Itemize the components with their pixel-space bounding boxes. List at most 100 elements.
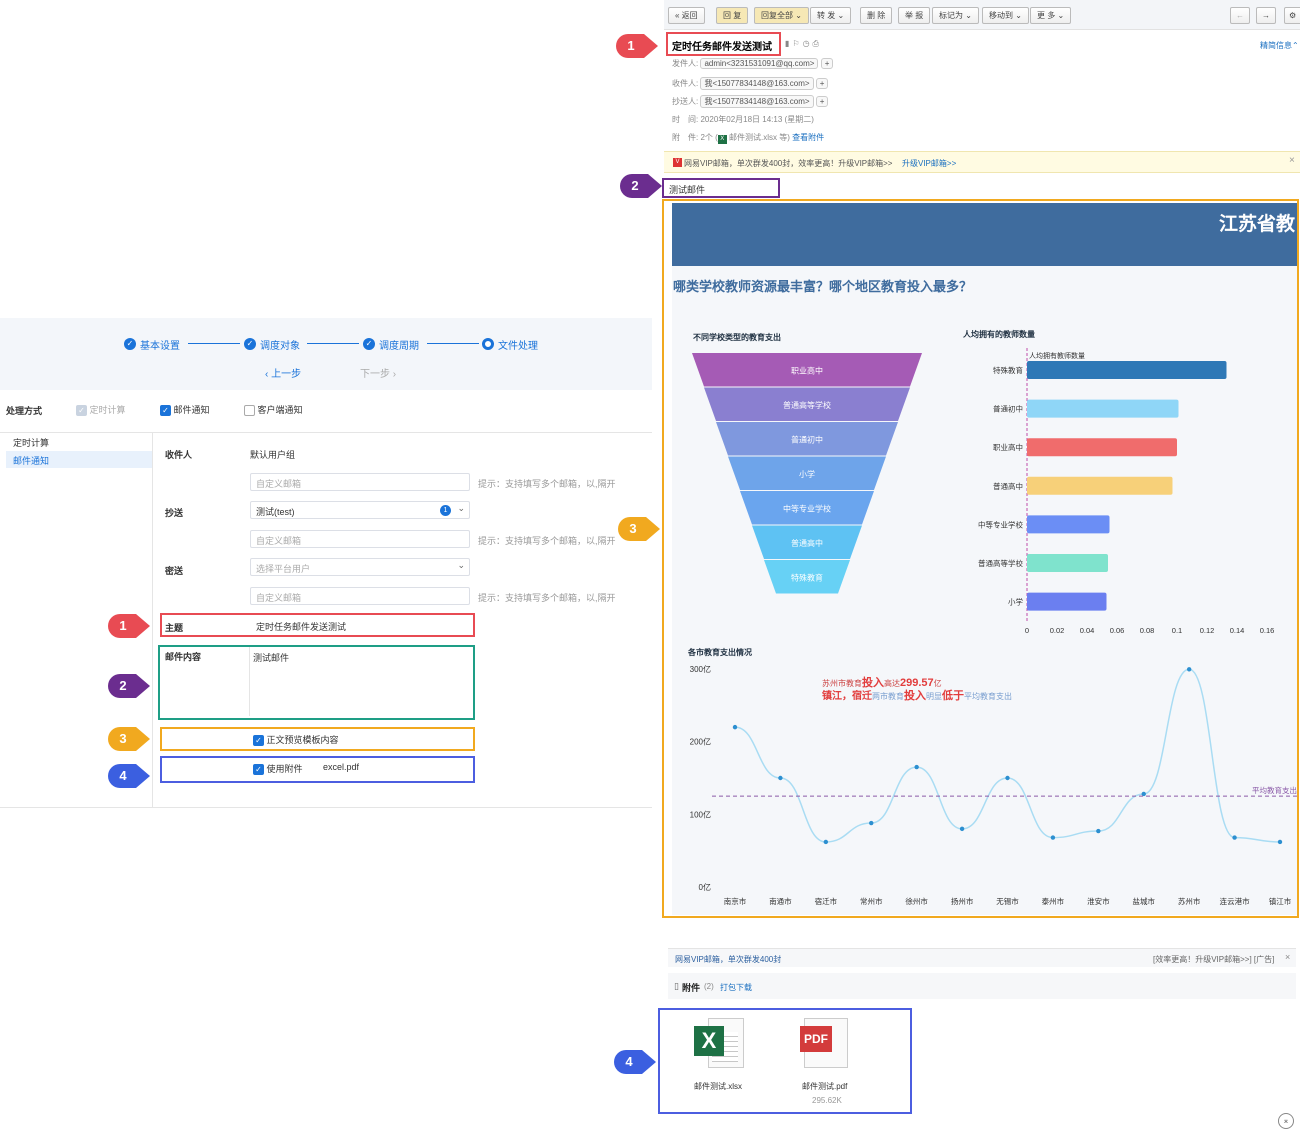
chevron-down-icon: ⌄ bbox=[457, 560, 465, 570]
option-label: 客户端通知 bbox=[257, 405, 303, 415]
cc-count-badge: 1 bbox=[440, 505, 451, 516]
cc-chip[interactable]: 我<15077834148@163.com> bbox=[700, 95, 814, 108]
step-label: 基本设置 bbox=[140, 340, 180, 352]
annotation-number: 2 bbox=[119, 678, 127, 693]
prev-button[interactable]: ‹ 上一步 bbox=[265, 365, 301, 380]
annotation-badge-2: 2 bbox=[618, 172, 662, 200]
more-button[interactable]: 更 多 ⌄ bbox=[1030, 7, 1072, 24]
next-label: 下一步 bbox=[360, 369, 390, 380]
ad-text[interactable]: 网易VIP邮箱，单次群发400封 bbox=[675, 954, 781, 965]
checkbox-icon: ✓ bbox=[76, 405, 87, 417]
next-button[interactable]: 下一步 › bbox=[360, 365, 396, 380]
subject-action-icons[interactable]: ▮⚐◷⎙ bbox=[785, 39, 822, 49]
from-chip[interactable]: admin<3231531091@qq.com> bbox=[700, 58, 819, 69]
highlight-box-1 bbox=[160, 613, 475, 637]
side-item-timed[interactable]: 定时计算 bbox=[13, 436, 49, 449]
cc-value: 测试(test) bbox=[256, 507, 295, 517]
cc-select[interactable]: 测试(test) 1 ⌄ bbox=[250, 501, 470, 519]
check-icon: ✓ bbox=[124, 338, 136, 350]
step-label: 文件处理 bbox=[498, 340, 538, 352]
annotation-badge-1: 1 bbox=[106, 612, 150, 640]
to-chip[interactable]: 我<15077834148@163.com> bbox=[700, 77, 814, 90]
side-item-label: 邮件通知 bbox=[13, 456, 50, 466]
close-icon[interactable]: × bbox=[1285, 952, 1290, 962]
highlight-box-1 bbox=[666, 32, 781, 56]
vip-text: 网易VIP邮箱，单次群发400封，效率更高！升级VIP邮箱>> bbox=[684, 159, 893, 168]
mode-mail-checkbox[interactable]: ✓ 邮件通知 bbox=[160, 403, 210, 417]
current-step-icon bbox=[482, 338, 494, 350]
reply-button[interactable]: 回 复 bbox=[716, 7, 749, 24]
next-mail-icon[interactable]: → bbox=[1256, 7, 1276, 24]
mode-client-checkbox[interactable]: 客户端通知 bbox=[244, 403, 303, 417]
vip-banner: V 网易VIP邮箱，单次群发400封，效率更高！升级VIP邮箱>> 升级VIP邮… bbox=[664, 151, 1300, 173]
check-icon: ✓ bbox=[363, 338, 375, 350]
add-contact-icon[interactable]: + bbox=[820, 58, 834, 69]
report-button[interactable]: 举 报 bbox=[898, 7, 931, 24]
view-attachments-link[interactable]: 查看附件 bbox=[792, 133, 824, 142]
attachments-title: 附件 bbox=[682, 983, 701, 993]
add-contact-icon[interactable]: + bbox=[815, 78, 829, 89]
attach-row: 附 件: 2个 (X 邮件测试.xlsx 等) 查看附件 bbox=[672, 132, 824, 144]
bcc-hint: 提示：支持填写多个邮箱，以,隔开 bbox=[478, 593, 616, 603]
bcc-placeholder: 选择平台用户 bbox=[256, 564, 311, 574]
annotation-badge-4: 4 bbox=[612, 1048, 656, 1076]
step-label: 调度周期 bbox=[379, 340, 419, 352]
receiver-custom-input[interactable]: 自定义邮箱 bbox=[250, 473, 470, 491]
vip-logo-icon: V bbox=[673, 158, 682, 167]
vip-upgrade-link[interactable]: 升级VIP邮箱>> bbox=[902, 158, 957, 169]
highlight-box-4 bbox=[658, 1008, 912, 1114]
move-to-button[interactable]: 移动到 ⌄ bbox=[982, 7, 1029, 24]
annotation-number: 4 bbox=[625, 1054, 633, 1069]
cc-label: 抄送 bbox=[165, 508, 184, 518]
checkbox-icon: ✓ bbox=[160, 405, 171, 417]
brief-info-link[interactable]: 精简信息⌃ bbox=[1260, 40, 1299, 51]
divider bbox=[0, 432, 652, 433]
highlight-box-3 bbox=[662, 199, 1299, 918]
step-file[interactable]: 文件处理 bbox=[482, 336, 538, 352]
bcc-select[interactable]: 选择平台用户 ⌄ bbox=[250, 558, 470, 576]
annotation-badge-1: 1 bbox=[614, 32, 658, 60]
delete-button[interactable]: 删 除 bbox=[860, 7, 893, 24]
meta-label: 发件人: bbox=[672, 59, 699, 68]
button-label: 移动到 bbox=[989, 11, 1013, 20]
scroll-top-icon[interactable]: ⌅ bbox=[1278, 1113, 1294, 1129]
prev-mail-icon[interactable]: ← bbox=[1230, 7, 1250, 24]
bcc-custom-input[interactable]: 自定义邮箱 bbox=[250, 587, 470, 605]
reply-all-button[interactable]: 回复全部 ⌄ bbox=[754, 7, 809, 24]
forward-button[interactable]: 转 发 ⌄ bbox=[810, 7, 852, 24]
close-icon[interactable]: × bbox=[1289, 155, 1295, 166]
annotation-badge-4: 4 bbox=[106, 762, 150, 790]
back-button[interactable]: « 返回 bbox=[668, 7, 705, 24]
annotation-number: 1 bbox=[627, 38, 635, 53]
side-item-mail[interactable]: 邮件通知 bbox=[6, 451, 152, 468]
button-label: 更 多 bbox=[1037, 11, 1056, 20]
annotation-number: 3 bbox=[119, 731, 127, 746]
meta-label: 抄送人: bbox=[672, 97, 699, 106]
add-contact-icon[interactable]: + bbox=[815, 96, 829, 107]
bcc-label: 密送 bbox=[165, 566, 184, 576]
step-basic[interactable]: ✓ 基本设置 bbox=[124, 336, 180, 352]
step-connector bbox=[188, 343, 240, 344]
mark-as-button[interactable]: 标记为 ⌄ bbox=[932, 7, 979, 24]
receiver-hint: 提示：支持填写多个邮箱，以,隔开 bbox=[478, 479, 616, 489]
button-label: 返回 bbox=[681, 11, 698, 20]
button-label: 转 发 bbox=[817, 11, 836, 20]
settings-gear-icon[interactable]: ⚙ bbox=[1284, 7, 1300, 24]
mode-timed-checkbox[interactable]: ✓ 定时计算 bbox=[76, 403, 126, 417]
ad-right-text[interactable]: [效率更高！升级VIP邮箱>>] [广告] bbox=[1153, 954, 1274, 965]
divider bbox=[152, 432, 153, 808]
cc-custom-input[interactable]: 自定义邮箱 bbox=[250, 530, 470, 548]
cc-hint: 提示：支持填写多个邮箱，以,隔开 bbox=[478, 536, 616, 546]
step-period[interactable]: ✓ 调度周期 bbox=[363, 336, 419, 352]
download-all-link[interactable]: 打包下载 bbox=[720, 982, 752, 993]
attachments-header: ▯ 附件 (2) 打包下载 bbox=[668, 973, 1296, 999]
bottom-ad-banner: 网易VIP邮箱，单次群发400封 [效率更高！升级VIP邮箱>>] [广告] × bbox=[668, 948, 1296, 967]
step-label: 调度对象 bbox=[260, 340, 300, 352]
cc-row: 抄送人: 我<15077834148@163.com> + bbox=[672, 95, 829, 108]
step-object[interactable]: ✓ 调度对象 bbox=[244, 336, 300, 352]
annotation-badge-3: 3 bbox=[106, 725, 150, 753]
time-row: 时 间: 2020年02月18日 14:13 (星期二) bbox=[672, 114, 814, 125]
to-row: 收件人: 我<15077834148@163.com> + bbox=[672, 77, 829, 90]
divider bbox=[0, 807, 652, 808]
prev-label: 上一步 bbox=[271, 369, 302, 380]
